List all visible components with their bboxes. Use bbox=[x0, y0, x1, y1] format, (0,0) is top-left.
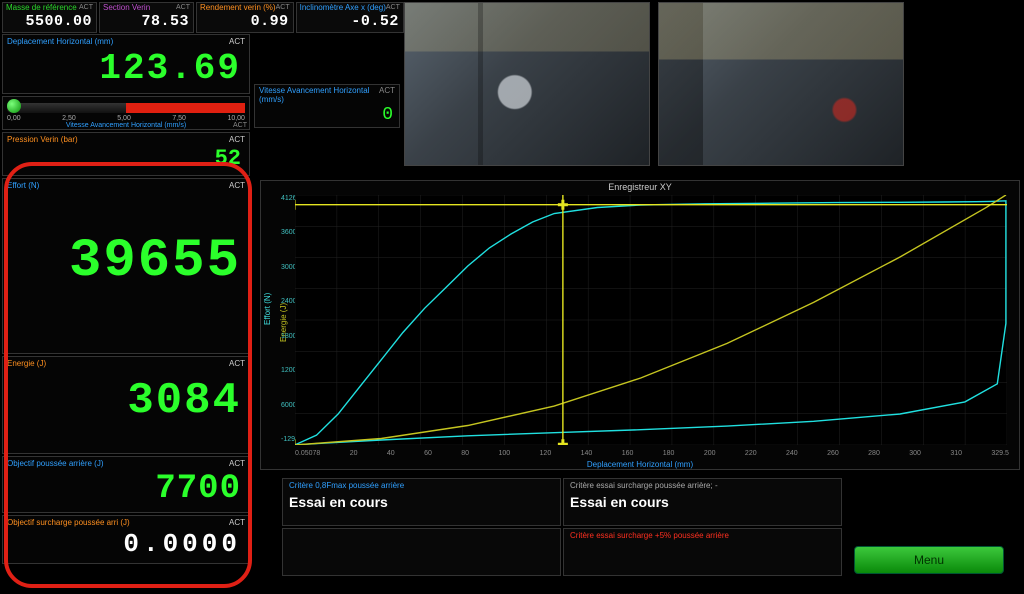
metric-value: -0.52 bbox=[297, 13, 403, 32]
value-vitesse-h: 0 bbox=[255, 105, 399, 127]
panel-pression: Pression Verin (bar)ACT 52 bbox=[2, 132, 250, 176]
value-objectif-poussee: 7700 bbox=[3, 470, 249, 512]
slider-handle[interactable] bbox=[7, 99, 21, 113]
chart-title: Enregistreur XY bbox=[261, 181, 1019, 192]
metric-label: Section Verin bbox=[103, 4, 150, 12]
metric-label: Inclinomètre Axe x (deg) bbox=[300, 4, 386, 12]
metric-label: Masse de référence bbox=[6, 4, 77, 12]
panel-objectif-surcharge: Objectif surcharge poussée arri (J)ACT 0… bbox=[2, 515, 250, 564]
criteria-cell-3 bbox=[282, 528, 561, 576]
camera-row bbox=[404, 2, 904, 166]
camera-feed-2 bbox=[658, 2, 904, 166]
criteria-cell-2: Critère essai surcharge poussée arrière;… bbox=[563, 478, 842, 526]
value-objectif-surcharge: 0.0000 bbox=[3, 529, 249, 563]
criteria-grid: Critère 0,8Fmax poussée arrière Essai en… bbox=[282, 478, 842, 576]
chart-y1-label: Effort (N) bbox=[263, 293, 272, 325]
panel-energie: Energie (J)ACT 3084 bbox=[2, 356, 250, 454]
chart-plot-area bbox=[295, 195, 1007, 445]
metric-section: Section VerinACT 78.53 bbox=[99, 2, 194, 33]
chart-y-ticks: 4126336000300002400018000120006000-129 bbox=[281, 195, 295, 443]
left-column: Deplacement Horizontal (mm)ACT 123.69 0,… bbox=[2, 34, 250, 566]
metric-masse: Masse de référenceACT 5500.00 bbox=[2, 2, 97, 33]
value-energie: 3084 bbox=[3, 370, 249, 428]
metric-value: 78.53 bbox=[100, 13, 193, 32]
chart-enregistreur-xy[interactable]: Enregistreur XY Effort (N) Energie (J) 4… bbox=[260, 180, 1020, 470]
slider-red-zone bbox=[126, 103, 245, 113]
camera-feed-1 bbox=[404, 2, 650, 166]
criteria-cell-1: Critère 0,8Fmax poussée arrière Essai en… bbox=[282, 478, 561, 526]
panel-objectif-poussee: Objectif poussée arrière (J)ACT 7700 bbox=[2, 456, 250, 513]
menu-button[interactable]: Menu bbox=[854, 546, 1004, 574]
metric-label: Rendement verin (%) bbox=[200, 4, 276, 12]
chart-x-label: Deplacement Horizontal (mm) bbox=[261, 460, 1019, 469]
value-effort: 39655 bbox=[3, 192, 249, 295]
chart-x-ticks: 0.05078204060801001201401601802002202402… bbox=[295, 450, 1009, 457]
value-deplacement: 123.69 bbox=[3, 48, 249, 93]
metric-value: 5500.00 bbox=[3, 13, 96, 32]
value-pression: 52 bbox=[3, 146, 249, 175]
panel-vitesse-h: Vitesse Avancement Horizontal (mm/s)ACT … bbox=[254, 84, 400, 128]
slider-vitesse[interactable]: 0,002,505,007,5010,00 Vitesse Avancement… bbox=[2, 96, 250, 130]
metric-value: 0.99 bbox=[197, 13, 293, 32]
criteria-cell-4: Critère essai surcharge +5% poussée arri… bbox=[563, 528, 842, 576]
metric-rendement: Rendement verin (%)ACT 0.99 bbox=[196, 2, 294, 33]
panel-effort: Effort (N)ACT 39655 bbox=[2, 178, 250, 354]
panel-deplacement: Deplacement Horizontal (mm)ACT 123.69 bbox=[2, 34, 250, 94]
metric-inclino: Inclinomètre Axe x (deg)ACT -0.52 bbox=[296, 2, 404, 33]
